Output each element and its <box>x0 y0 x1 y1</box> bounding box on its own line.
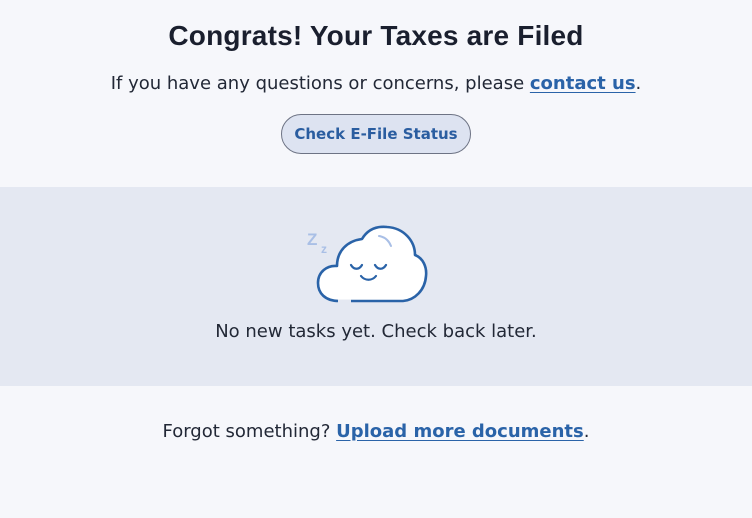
contact-message-suffix: . <box>635 73 642 94</box>
contact-message: If you have any questions or concerns, p… <box>0 72 752 96</box>
page-title: Congrats! Your Taxes are Filed <box>168 20 584 51</box>
action-row: Check E-File Status <box>0 114 752 154</box>
sleep-z-large: Z <box>307 230 317 249</box>
check-efile-status-button[interactable]: Check E-File Status <box>281 114 471 154</box>
upload-prompt-suffix: . <box>583 421 590 442</box>
upload-documents-link[interactable]: Upload more documents <box>336 421 584 442</box>
upload-prompt: Forgot something? Upload more documents. <box>0 386 752 444</box>
contact-us-link[interactable]: contact us <box>530 73 636 94</box>
tasks-panel: Z z No new tasks yet. Check back later. <box>0 187 752 386</box>
cloud-body <box>316 225 428 303</box>
contact-message-prefix: If you have any questions or concerns, p… <box>110 73 530 94</box>
empty-tasks-message: No new tasks yet. Check back later. <box>215 321 537 342</box>
sleep-z-small: z <box>321 242 327 256</box>
sleeping-cloud-icon: Z z <box>307 225 428 303</box>
filed-confirmation-section: Congrats! Your Taxes are Filed If you ha… <box>0 0 752 187</box>
upload-prompt-prefix: Forgot something? <box>162 421 337 442</box>
